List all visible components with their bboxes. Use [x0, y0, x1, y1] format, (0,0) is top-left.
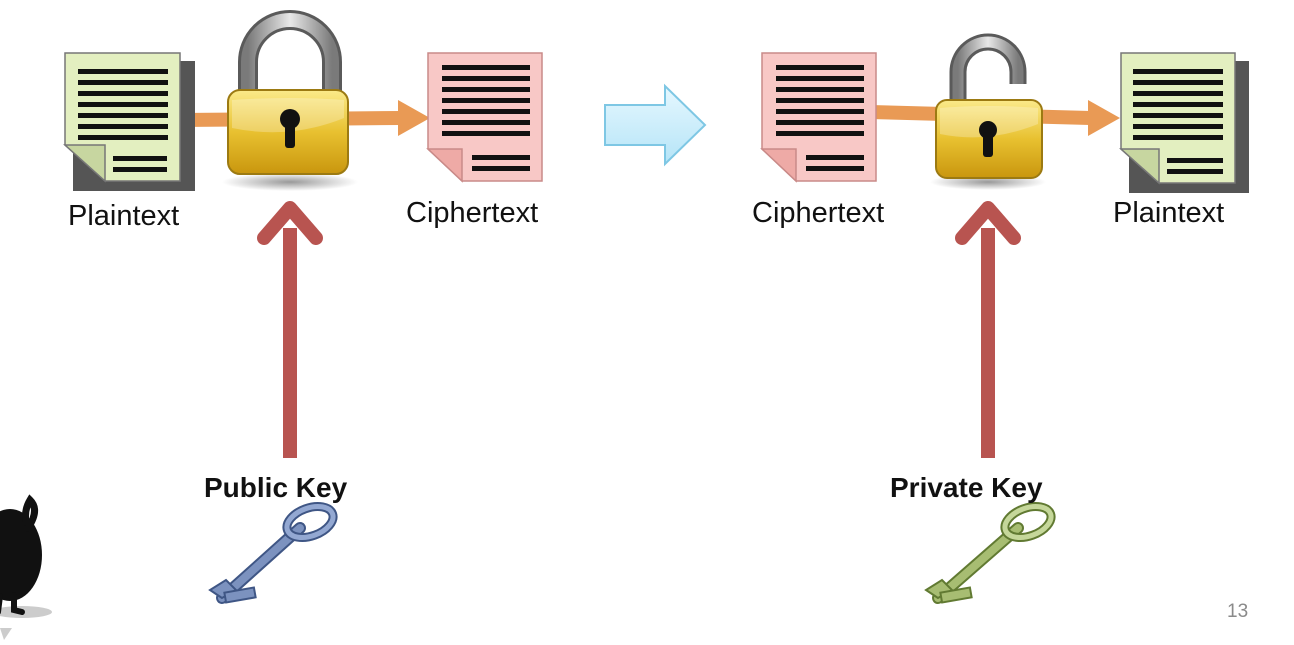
private-key-icon — [924, 501, 1056, 604]
mascot-silhouette — [0, 494, 52, 640]
ciphertext-document-left — [426, 52, 543, 183]
encryption-diagram — [0, 10, 1249, 640]
private-key-label: Private Key — [890, 472, 1043, 503]
padlock-closed-icon — [222, 10, 358, 191]
plaintext-label-left: Plaintext — [68, 200, 180, 232]
page-number: 13 — [1227, 601, 1249, 622]
public-key-icon — [208, 501, 338, 604]
transition-arrow — [604, 83, 707, 167]
plaintext-document-left — [63, 52, 195, 191]
key-arrow-public — [257, 201, 323, 458]
ciphertext-document-right — [760, 52, 877, 183]
plaintext-label-right: Plaintext — [1113, 197, 1225, 229]
key-arrow-private — [955, 201, 1021, 458]
ciphertext-label-right: Ciphertext — [752, 197, 885, 229]
ciphertext-label-left: Ciphertext — [406, 197, 539, 229]
public-key-label: Public Key — [204, 472, 348, 503]
padlock-open-icon — [930, 33, 1046, 190]
plaintext-document-right — [1119, 52, 1249, 193]
